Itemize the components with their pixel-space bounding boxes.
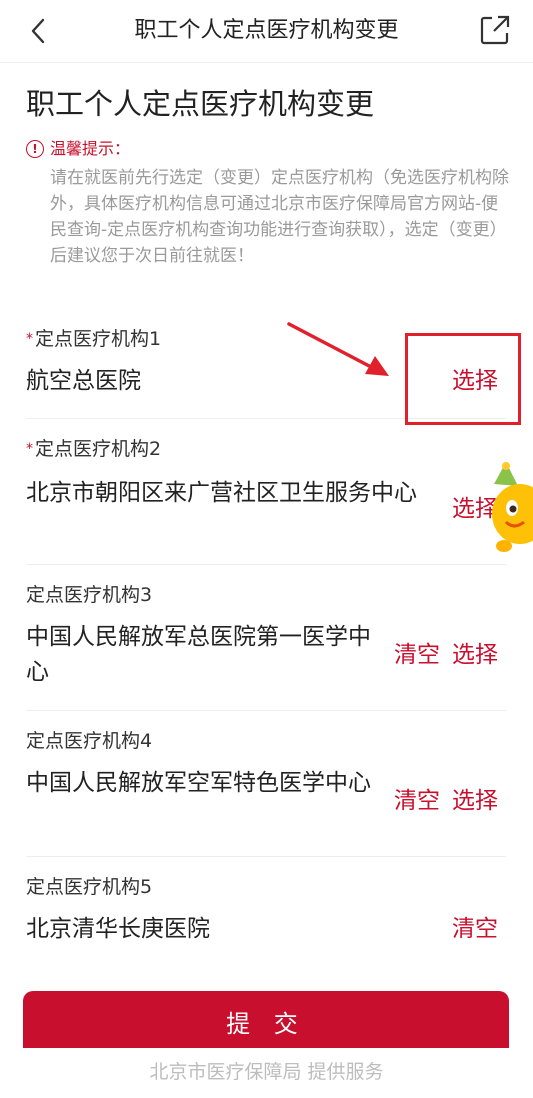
required-mark: * <box>26 441 33 457</box>
institution-value: 中国人民解放军总医院第一医学中心 <box>26 624 371 685</box>
tip-body: 请在就医前先行选定（变更）定点医疗机构（免选医疗机构除外，具体医疗机构信息可通过… <box>50 168 509 266</box>
page-title: 职工个人定点医疗机构变更 <box>26 87 375 121</box>
institution-actions: 清空 选择 <box>382 784 498 819</box>
institution-item-2: * 定点医疗机构2 北京市朝阳区来广营社区卫生服务中心 选择 <box>26 436 506 565</box>
exclamation-circle-icon: ! <box>26 140 44 158</box>
institution-label-text: 定点医疗机构1 <box>35 328 162 350</box>
tip-heading: 温馨提示： <box>50 139 131 158</box>
institution-label: * 定点医疗机构2 <box>26 436 506 462</box>
select-button[interactable]: 选择 <box>452 642 498 668</box>
share-icon[interactable] <box>479 14 511 46</box>
footer-text: 北京市医疗保障局 提供服务 <box>149 1061 384 1083</box>
tip-section: ! 温馨提示： 请在就医前先行选定（变更）定点医疗机构（免选医疗机构除外，具体医… <box>26 137 509 269</box>
institution-label-text: 定点医疗机构2 <box>35 438 162 460</box>
nav-header: 职工个人定点医疗机构变更 <box>0 0 533 63</box>
institution-item-4: 定点医疗机构4 中国人民解放军空军特色医学中心 清空 选择 <box>26 728 506 857</box>
institution-label: 定点医疗机构4 <box>26 730 153 752</box>
clear-button[interactable]: 清空 <box>394 642 440 668</box>
institution-value: 北京清华长庚医院 <box>26 916 210 942</box>
select-button[interactable]: 选择 <box>452 788 498 814</box>
institution-label: 定点医疗机构3 <box>26 584 153 606</box>
required-mark: * <box>26 331 33 347</box>
institution-label: 定点医疗机构5 <box>26 876 153 898</box>
clear-button[interactable]: 清空 <box>452 916 498 942</box>
annotation-arrow-icon <box>287 322 389 376</box>
institution-actions: 清空 <box>440 912 498 947</box>
institution-item-3: 定点医疗机构3 中国人民解放军总医院第一医学中心 清空 选择 <box>26 582 506 711</box>
institution-item-5: 定点医疗机构5 北京清华长庚医院 清空 <box>26 874 506 964</box>
annotation-highlight-box <box>405 333 521 425</box>
tip-heading-row: ! 温馨提示： <box>26 137 506 161</box>
institution-actions: 清空 选择 <box>382 638 498 673</box>
mascot-icon[interactable] <box>484 458 533 558</box>
institution-value: 中国人民解放军空军特色医学中心 <box>26 770 371 796</box>
clear-button[interactable]: 清空 <box>394 788 440 814</box>
header-title: 职工个人定点医疗机构变更 <box>134 18 399 43</box>
institution-value: 北京市朝阳区来广营社区卫生服务中心 <box>26 480 417 506</box>
